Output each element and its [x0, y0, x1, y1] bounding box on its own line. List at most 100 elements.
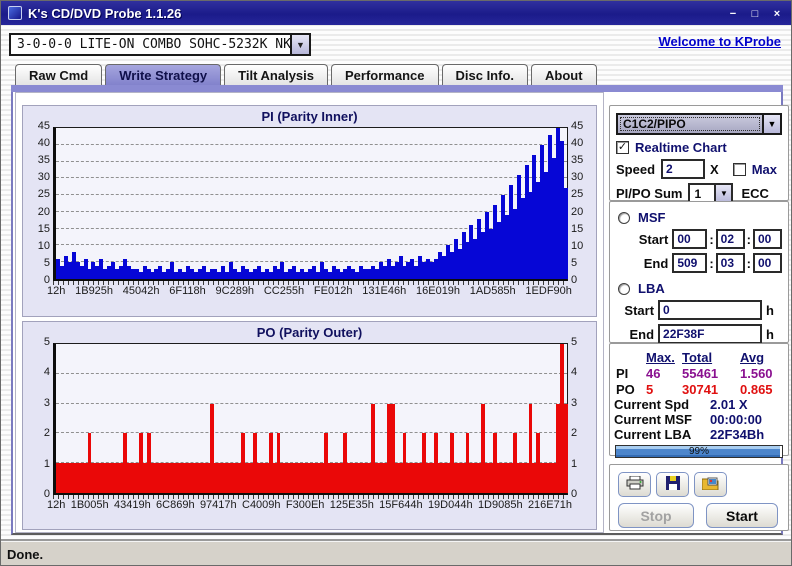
title-bar[interactable]: K's CD/DVD Probe 1.1.26 − □ × [1, 1, 792, 25]
print-button[interactable] [618, 472, 651, 497]
colon: : [709, 232, 713, 247]
y-tick-label: 5 [571, 257, 577, 269]
progress-bar: 99% [615, 445, 783, 458]
pi-stats-row: PI 46 55461 1.560 [614, 366, 784, 381]
pi-y-axis-left: 051015202530354045 [27, 127, 53, 281]
y-tick-label: 25 [38, 188, 50, 200]
tab-performance[interactable]: Performance [331, 64, 438, 85]
stats-group: Max. Total Avg PI 46 55461 1.560 PO 5 30… [609, 343, 789, 456]
colon: : [747, 256, 751, 271]
welcome-link[interactable]: Welcome to KProbe [658, 34, 781, 49]
actions-group: Stop Start [609, 464, 789, 531]
current-speed-label: Current Spd [614, 397, 710, 412]
y-tick-label: 20 [571, 206, 583, 218]
chevron-down-icon[interactable]: ▼ [714, 185, 731, 202]
y-tick-label: 40 [571, 137, 583, 149]
x-tick-label: 45042h [123, 285, 160, 297]
tab-tilt-analysis[interactable]: Tilt Analysis [224, 64, 328, 85]
hex-suffix: h [766, 327, 774, 342]
y-tick-label: 20 [38, 206, 50, 218]
pi-y-axis-right: 051015202530354045 [568, 127, 592, 281]
minimize-button[interactable]: − [725, 6, 741, 21]
x-tick-label: 6C869h [156, 499, 195, 511]
msf-start-min[interactable] [672, 229, 707, 249]
current-speed-row: Current Spd 2.01 X [614, 397, 784, 412]
y-tick-label: 25 [571, 188, 583, 200]
mode-selector-combobox[interactable]: C1C2/PIPO ▼ [616, 113, 782, 135]
po-max: 5 [640, 382, 682, 397]
colon: : [709, 256, 713, 271]
msf-end-frame[interactable] [753, 253, 782, 273]
progress-label: 99% [616, 446, 782, 457]
y-tick-label: 45 [571, 120, 583, 132]
po-chart-title: PO (Parity Outer) [23, 325, 596, 343]
maximize-button[interactable]: □ [747, 6, 763, 21]
current-lba-row: Current LBA 22F34Bh [614, 427, 784, 442]
drive-selector-combobox[interactable]: 3-0-0-0 LITE-ON COMBO SOHC-5232K NK07 ▼ [9, 33, 311, 56]
msf-end-sec[interactable] [716, 253, 745, 273]
msf-radio[interactable] [618, 212, 630, 224]
msf-label: MSF [638, 210, 665, 225]
tab-raw-cmd[interactable]: Raw Cmd [15, 64, 102, 85]
close-button[interactable]: × [769, 6, 785, 21]
save-button[interactable] [656, 472, 689, 497]
po-total: 30741 [682, 382, 740, 397]
max-speed-checkbox[interactable] [733, 163, 746, 176]
y-tick-label: 4 [571, 366, 577, 378]
y-tick-label: 4 [44, 366, 50, 378]
chart-options-group: C1C2/PIPO ▼ ✓ Realtime Chart Speed X Max… [609, 105, 789, 201]
po-chart: PO (Parity Outer) 012345 012345 12h1B005… [22, 321, 597, 530]
lba-end-input[interactable] [658, 324, 762, 344]
stop-button[interactable]: Stop [618, 503, 694, 528]
y-tick-label: 2 [571, 427, 577, 439]
pipo-sum-value: 1 [690, 185, 714, 202]
tab-disc-info[interactable]: Disc Info. [442, 64, 529, 85]
tab-write-strategy[interactable]: Write Strategy [105, 64, 221, 85]
msf-end-min[interactable] [672, 253, 707, 273]
x-tick-label: 16E019h [416, 285, 460, 297]
mode-selector-value: C1C2/PIPO [618, 115, 762, 133]
speed-input[interactable] [661, 159, 705, 179]
lba-start-input[interactable] [658, 300, 762, 320]
x-tick-label: C4009h [242, 499, 281, 511]
po-row-label: PO [614, 382, 640, 397]
y-tick-label: 0 [44, 488, 50, 500]
chevron-down-icon[interactable]: ▼ [762, 115, 780, 133]
charts-panel: PI (Parity Inner) 051015202530354045 051… [15, 92, 604, 533]
status-text: Done. [1, 547, 43, 562]
tab-about[interactable]: About [531, 64, 597, 85]
y-tick-label: 3 [571, 397, 577, 409]
tab-band [11, 85, 783, 92]
y-tick-label: 5 [571, 336, 577, 348]
app-window: K's CD/DVD Probe 1.1.26 − □ × 3-0-0-0 LI… [0, 0, 792, 566]
pi-avg: 1.560 [740, 366, 784, 381]
floppy-disk-icon [666, 476, 680, 493]
y-tick-label: 15 [38, 223, 50, 235]
start-button[interactable]: Start [706, 503, 778, 528]
current-msf-value: 00:00:00 [710, 412, 762, 427]
export-image-button[interactable] [694, 472, 727, 497]
realtime-chart-checkbox[interactable]: ✓ [616, 141, 629, 154]
max-label: Max [752, 162, 777, 177]
current-msf-label: Current MSF [614, 412, 710, 427]
x-tick-label: CC255h [264, 285, 304, 297]
y-tick-label: 1 [44, 458, 50, 470]
po-avg: 0.865 [740, 382, 784, 397]
y-tick-label: 35 [571, 154, 583, 166]
x-tick-label: 12h [47, 499, 65, 511]
x-tick-label: 6F118h [169, 285, 206, 297]
current-lba-value: 22F34Bh [710, 427, 764, 442]
y-tick-label: 0 [571, 488, 577, 500]
pi-max: 46 [640, 366, 682, 381]
y-tick-label: 0 [571, 274, 577, 286]
msf-start-frame[interactable] [753, 229, 782, 249]
y-tick-label: 10 [571, 240, 583, 252]
status-bar: Done. [1, 541, 792, 566]
lba-radio[interactable] [618, 283, 630, 295]
msf-start-sec[interactable] [716, 229, 745, 249]
x-tick-label: 97417h [200, 499, 237, 511]
lba-label: LBA [638, 281, 665, 296]
scan-range-group: MSF Start : : End : : LBA Start h [609, 201, 789, 343]
chevron-down-icon[interactable]: ▼ [290, 35, 309, 54]
y-tick-label: 1 [571, 458, 577, 470]
